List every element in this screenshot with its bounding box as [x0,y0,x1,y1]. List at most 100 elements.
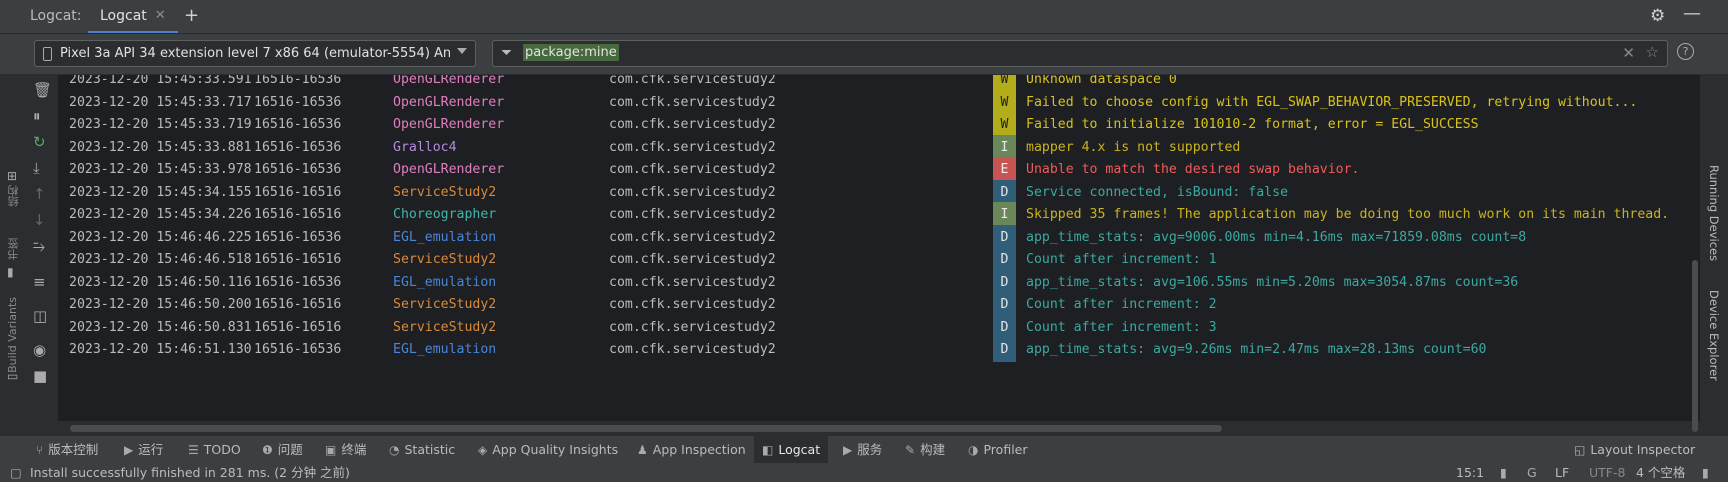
soft-wrap-icon[interactable]: ⥲ [33,237,45,255]
tool-tab-profiler[interactable]: ◑ Profiler [968,436,1028,463]
scroll-to-end-icon[interactable]: ⤓ [33,159,40,177]
screenshot-icon[interactable]: ◉ [33,341,46,359]
tool-tab-problems[interactable]: ❶ 问题 [262,436,303,463]
log-row[interactable]: 2023-12-20 15:46:46.518 16516-16516 Servic… [58,247,1700,272]
log-row[interactable]: 2023-12-20 15:46:46.225 16516-16536 EGL_em… [58,224,1700,250]
log-message: Failed to choose config with EGL_SWAP_BE… [1026,94,1638,110]
tool-tab-app-quality[interactable]: ◈ App Quality Insights [478,436,618,463]
help-icon[interactable]: ? [1677,43,1694,60]
device-selector[interactable]: Pixel 3a API 34 extension level 7 x86 64… [34,40,476,67]
running-devices-tool[interactable]: Running Devices [1707,165,1721,261]
tool-tab-label: App Quality Insights [492,442,619,457]
log-row[interactable]: 2023-12-20 15:45:33.881 16516-16536 Grallo… [58,134,1700,160]
gear-icon[interactable]: ⚙ [1650,6,1665,26]
log-tag: OpenGLRenderer [393,117,505,132]
chevron-down-icon[interactable] [457,48,467,54]
screen-record-icon[interactable]: ■ [33,367,47,385]
log-pid: 16516-16516 [254,297,342,312]
profiler-icon: ◑ [968,443,979,457]
tool-tab-statistic[interactable]: ◔ Statistic [389,436,455,463]
tool-tab-run[interactable]: ▶ 运行 [124,436,163,463]
split-panels-icon[interactable]: ◫ [33,307,47,325]
add-tab-icon[interactable]: + [184,5,199,26]
problems-icon: ❶ [262,443,273,457]
browser-icon[interactable]: G [1527,463,1537,482]
log-row[interactable]: 2023-12-20 15:45:33.719 16516-16536 OpenGL… [58,112,1700,137]
log-level-badge: I [993,202,1016,227]
vcs-icon: ⑂ [36,443,44,457]
log-row[interactable]: 2023-12-20 15:46:51.130 16516-16536 EGL_em… [58,337,1700,362]
log-tag: Choreographer [393,207,497,222]
log-timestamp: 2023-12-20 15:46:50.831 [69,319,252,335]
clear-filter-icon[interactable]: ✕ [1622,44,1635,62]
log-level-badge: D [993,292,1016,317]
logcat-output[interactable]: 2023-12-20 15:45:33.591 16516-16536 OpenGL… [58,75,1700,421]
horizontal-scrollbar[interactable] [70,425,1222,432]
filter-query[interactable]: package:mine [523,44,619,61]
log-tag: ServiceStudy2 [393,252,497,267]
tool-tab-label: 终端 [341,442,367,457]
log-row[interactable]: 2023-12-20 15:45:34.155 16516-16516 Servic… [58,179,1700,205]
device-explorer-tool[interactable]: Device Explorer [1707,290,1721,381]
log-pid: 16516-16536 [254,162,342,177]
indent-setting[interactable]: 4 个空格 [1636,463,1685,482]
filter-icon[interactable]: ⏷ [501,45,512,61]
log-row[interactable]: 2023-12-20 15:46:50.200 16516-16516 Servic… [58,292,1700,317]
log-package: com.cfk.servicestudy2 [609,117,776,132]
restart-icon[interactable]: ↻ [33,133,46,151]
format-settings-icon[interactable]: ≡ [33,273,46,291]
tool-tab-build[interactable]: ✎ 构建 [905,436,945,463]
status-message[interactable]: Install successfully finished in 281 ms.… [30,463,350,482]
log-row[interactable]: 2023-12-20 15:45:33.717 16516-16536 OpenGL… [58,89,1700,115]
app-inspection-icon: ♟ [637,443,648,457]
log-level-badge: D [993,247,1016,272]
panel-title: Logcat: [30,8,82,24]
status-bar: ▢ Install successfully finished in 281 m… [0,463,1728,482]
tool-tab-logcat[interactable]: ◧ Logcat [754,436,829,463]
tool-tab-label: Statistic [404,442,456,457]
clear-log-icon[interactable]: 🗑 [33,81,52,99]
log-row[interactable]: 2023-12-20 15:46:50.831 16516-16516 Servic… [58,314,1700,340]
log-pid: 16516-16536 [254,94,342,110]
build-variants-tool[interactable]: Build Variants [6,297,19,373]
vertical-scrollbar[interactable] [1692,260,1698,432]
minimize-icon[interactable]: — [1683,3,1701,24]
log-tag: EGL_emulation [393,342,497,357]
structure-tool[interactable]: 结构 [6,185,22,207]
layout-inspector-tab[interactable]: ◱ Layout Inspector [1574,436,1695,463]
log-package: com.cfk.servicestudy2 [609,252,776,267]
log-tag: OpenGLRenderer [393,162,505,177]
log-row[interactable]: 2023-12-20 15:45:33.978 16516-16536 OpenGL… [58,157,1700,182]
tool-tab-terminal[interactable]: ▣ 终端 [325,436,366,463]
log-row[interactable]: 2023-12-20 15:46:50.116 16516-16536 EGL_em… [58,269,1700,295]
line-ending[interactable]: LF [1555,463,1569,482]
tab-label: Logcat [100,7,147,24]
tool-tab-services[interactable]: ▶ 服务 [843,436,882,463]
log-row[interactable]: 2023-12-20 15:45:34.226 16516-16516 Choreo… [58,202,1700,227]
bookmarks-tool[interactable]: 书签 [6,238,22,260]
favorite-star-icon[interactable]: ☆ [1646,43,1659,61]
next-occurrence-icon[interactable]: ↓ [33,211,46,229]
lock-icon[interactable]: ▮ [1702,463,1709,482]
log-message: Service connected, isBound: false [1026,184,1289,200]
pause-icon[interactable]: ⏸ [33,107,41,125]
caret-position[interactable]: 15:1 [1456,463,1484,482]
tool-tab-app-inspection[interactable]: ♟ App Inspection [637,436,746,463]
tool-tab-vcs[interactable]: ⑂ 版本控制 [36,436,98,463]
close-tab-icon[interactable]: ✕ [155,8,166,23]
log-timestamp: 2023-12-20 15:45:34.155 [69,184,252,200]
file-encoding[interactable]: UTF-8 [1589,463,1625,482]
log-message: Skipped 35 frames! The application may b… [1026,207,1670,222]
status-panel-icon[interactable]: ▢ [10,463,22,482]
log-package: com.cfk.servicestudy2 [609,319,776,335]
previous-occurrence-icon[interactable]: ↑ [33,185,46,203]
tab-logcat[interactable]: Logcat ✕ [88,0,178,33]
phone-icon [43,46,52,61]
log-package: com.cfk.servicestudy2 [609,162,776,177]
log-package: com.cfk.servicestudy2 [609,342,776,357]
logcat-filter-input[interactable]: ⏷ package:mine ✕ ☆ [492,40,1668,67]
tool-tab-label: Profiler [983,442,1028,457]
readonly-icon[interactable]: ▮ [1500,463,1507,482]
tool-tab-todo[interactable]: ☰ TODO [188,436,241,463]
log-level-badge: D [993,224,1016,250]
